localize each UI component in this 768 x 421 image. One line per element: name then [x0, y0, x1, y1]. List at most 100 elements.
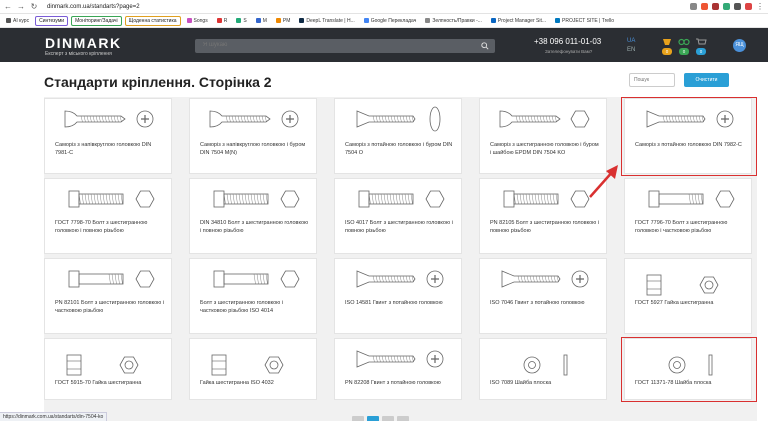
countersunk-drill-screw-icon: [356, 106, 441, 132]
bookmark-label: S: [243, 17, 247, 24]
standard-card-label[interactable]: Болт з шестигранною головкою і частковою…: [200, 299, 310, 315]
bookmark-item[interactable]: Зелпность/Правки -...: [422, 17, 485, 25]
standard-card[interactable]: Саморіз з потайною головкою і буром DIN …: [334, 98, 462, 174]
hex-bolt-partial-icon: [68, 270, 155, 288]
bookmark-label: M: [262, 17, 267, 24]
bookmark-label: Зелпность/Правки -...: [432, 17, 482, 24]
standard-card[interactable]: Болт з шестигранною головкою і частковою…: [189, 258, 317, 334]
cart-icon[interactable]: [695, 38, 707, 46]
standard-card-label[interactable]: Саморіз з потайною головкою і буром DIN …: [345, 141, 455, 157]
search-input[interactable]: [203, 42, 453, 48]
standard-card-label[interactable]: ISO 14581 Гвинт з потайною головкою: [345, 299, 455, 307]
filter-input[interactable]: [629, 73, 675, 87]
extension-icon[interactable]: [701, 3, 708, 10]
callback-link[interactable]: Зателефонувати Вам?: [545, 49, 592, 54]
standard-card-label[interactable]: PN 82208 Гвинт з потайною головкою: [345, 379, 455, 387]
bookmark-item[interactable]: AI курс: [3, 17, 32, 25]
hex-washer-drill-screw-icon: [499, 110, 590, 128]
forward-icon[interactable]: →: [17, 2, 25, 11]
bookmark-star-icon[interactable]: [690, 3, 697, 10]
extension-icon[interactable]: [712, 3, 719, 10]
bookmark-item[interactable]: Синтезуми: [35, 15, 69, 26]
standard-card[interactable]: ГОСТ 7796-70 Болт з шестигранною головко…: [624, 178, 752, 254]
hex-nut-icon: [646, 274, 719, 296]
back-icon[interactable]: ←: [4, 2, 12, 11]
site-search: [195, 39, 495, 53]
clear-button[interactable]: Очистити: [684, 73, 729, 87]
standard-card[interactable]: ISO 7046 Гвинт з потайною головкою: [479, 258, 607, 334]
url-field[interactable]: dinmark.com.ua/standarts?page=2: [47, 4, 140, 10]
favorites-icon[interactable]: [678, 38, 690, 46]
flat-washer-icon: [523, 354, 568, 376]
site-header: DINMARK Експерт з міського кріплення +38…: [0, 28, 768, 62]
compare-icon[interactable]: [661, 38, 673, 46]
standard-card[interactable]: PN 82101 Болт з шестигранною головкою і …: [44, 258, 172, 334]
standard-card-label[interactable]: ISO 7046 Гвинт з потайною головкою: [490, 299, 600, 307]
page-link[interactable]: [352, 416, 364, 421]
standard-card[interactable]: ГОСТ 5927 Гайка шестигранна: [624, 258, 752, 334]
bookmark-item[interactable]: Project Manager Sit...: [488, 17, 549, 25]
standard-card-label[interactable]: ГОСТ 7798-70 Болт з шестигранною головко…: [55, 219, 165, 235]
user-avatar[interactable]: ЯЩ: [733, 39, 746, 52]
bookmark-item[interactable]: Моніторинг/Задачі: [71, 15, 122, 26]
bookmark-item[interactable]: Songs: [184, 17, 211, 25]
site-logo[interactable]: DINMARK: [45, 35, 122, 51]
standard-card[interactable]: Саморіз з напівкруглою головкою і буром …: [189, 98, 317, 174]
standard-card-label[interactable]: Гайка шестигранна ISO 4032: [200, 379, 310, 387]
lang-en[interactable]: EN: [627, 47, 635, 53]
bookmark-favicon-icon: [490, 18, 496, 23]
standard-card[interactable]: ISO 14581 Гвинт з потайною головкою: [334, 258, 462, 334]
standard-card[interactable]: Саморіз з напівкруглою головкою DIN 7981…: [44, 98, 172, 174]
page-link[interactable]: [397, 416, 409, 421]
page-link[interactable]: [382, 416, 394, 421]
bookmark-item[interactable]: PM: [273, 17, 294, 25]
cart-badge: 0: [696, 48, 706, 55]
highlight-box: [621, 97, 757, 176]
bookmark-item[interactable]: R: [214, 17, 231, 25]
phone-number[interactable]: +38 096 011-01-03: [534, 37, 601, 46]
standard-card[interactable]: DIN 34810 Болт з шестигранною головкою і…: [189, 178, 317, 254]
countersunk-screw-icon: [501, 270, 589, 288]
standard-card-label[interactable]: DIN 34810 Болт з шестигранною головкою і…: [200, 219, 310, 235]
status-bar-url: https://dinmark.com.ua/standarts/din-750…: [0, 412, 108, 421]
bookmark-item[interactable]: PROJECT SITE | Trello: [552, 17, 617, 25]
bookmark-item[interactable]: DeepL Translate | H...: [296, 17, 357, 25]
countersunk-screw-icon: [356, 350, 444, 368]
extensions-toolbar: ⋮: [690, 2, 764, 11]
page-link-current[interactable]: [367, 416, 379, 421]
extension-icon[interactable]: [734, 3, 741, 10]
standard-card-label[interactable]: PN 82105 Болт з шестигранною головкою і …: [490, 219, 600, 235]
standard-card[interactable]: ISO 4017 Болт з шестигранною головкою і …: [334, 178, 462, 254]
standard-card-label[interactable]: PN 82101 Болт з шестигранною головкою і …: [55, 299, 165, 315]
menu-icon[interactable]: ⋮: [756, 2, 764, 11]
standard-card[interactable]: PN 82208 Гвинт з потайною головкою: [334, 338, 462, 400]
bookmark-item[interactable]: Google Перекладач: [361, 17, 420, 25]
standard-card[interactable]: ГОСТ 5915-70 Гайка шестигранна: [44, 338, 172, 400]
standard-card-label[interactable]: ГОСТ 5927 Гайка шестигранна: [635, 299, 745, 307]
standard-card-label[interactable]: Саморіз з шестигранною головкою і буром …: [490, 141, 600, 157]
standard-card-label[interactable]: ГОСТ 5915-70 Гайка шестигранна: [55, 379, 165, 387]
bookmark-favicon-icon: [236, 18, 242, 23]
reload-icon[interactable]: ↻: [30, 2, 38, 11]
bookmark-favicon-icon: [425, 18, 431, 23]
standard-card-label[interactable]: Саморіз з напівкруглою головкою і буром …: [200, 141, 310, 157]
pan-head-screw-icon: [64, 110, 154, 128]
bookmark-label: PROJECT SITE | Trello: [562, 17, 615, 24]
standard-card[interactable]: Гайка шестигранна ISO 4032: [189, 338, 317, 400]
bookmark-item[interactable]: Щоденна статистика: [124, 15, 181, 26]
bookmark-label: Songs: [193, 17, 208, 24]
bookmark-item[interactable]: M: [253, 17, 270, 25]
extension-icon[interactable]: [723, 3, 730, 10]
standard-card-label[interactable]: ISO 7089 Шайба плоска: [490, 379, 600, 387]
bookmark-item[interactable]: S: [233, 17, 249, 25]
standard-card-label[interactable]: Саморіз з напівкруглою головкою DIN 7981…: [55, 141, 165, 157]
standard-card-label[interactable]: ISO 4017 Болт з шестигранною головкою і …: [345, 219, 455, 235]
search-icon[interactable]: [481, 42, 489, 50]
bookmark-label: AI курс: [13, 17, 30, 24]
standard-card-label[interactable]: ГОСТ 7796-70 Болт з шестигранною головко…: [635, 219, 745, 235]
lang-ua[interactable]: UA: [627, 38, 635, 44]
standard-card[interactable]: ГОСТ 7798-70 Болт з шестигранною головко…: [44, 178, 172, 254]
bookmark-favicon-icon: [299, 18, 305, 23]
profile-icon[interactable]: [745, 3, 752, 10]
standard-card[interactable]: ISO 7089 Шайба плоска: [479, 338, 607, 400]
